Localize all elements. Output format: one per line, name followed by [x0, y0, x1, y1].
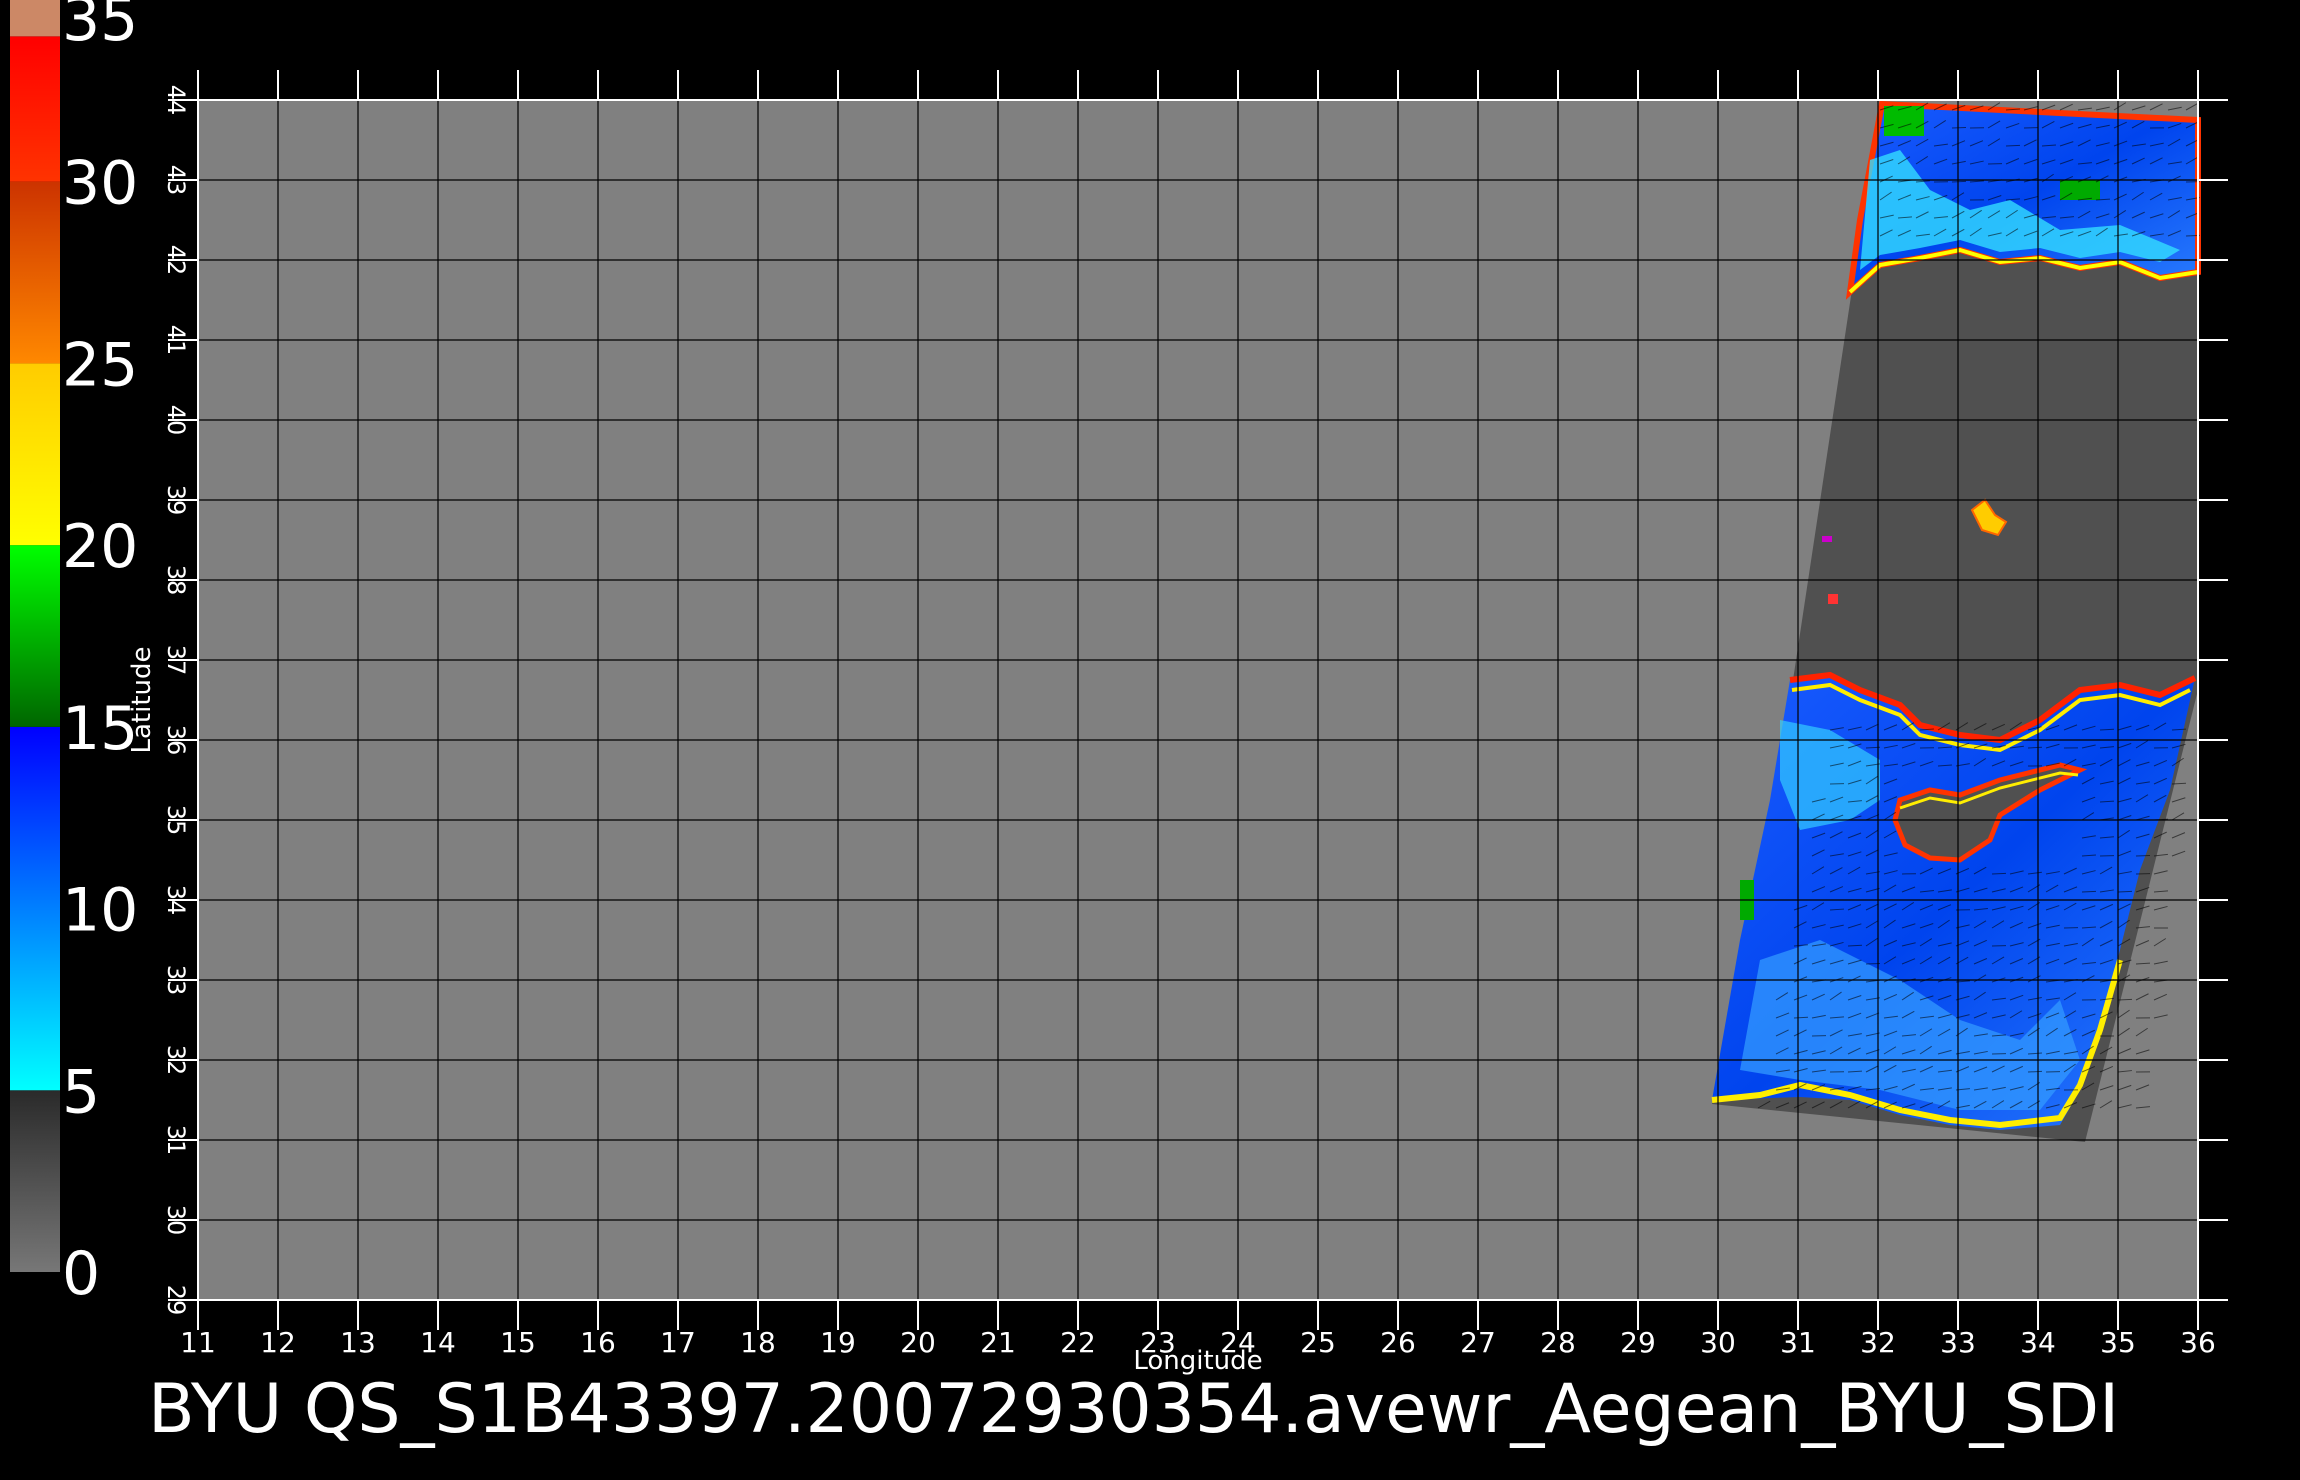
x-tick-label: 30: [1700, 1326, 1736, 1359]
y-axis-label: Latitude: [127, 646, 157, 753]
x-tick-label: 22: [1060, 1326, 1096, 1359]
colorbar-band: [10, 726, 60, 1091]
x-tick-label: 27: [1460, 1326, 1496, 1359]
x-tick-label: 31: [1780, 1326, 1816, 1359]
y-tick-label: 39: [162, 485, 190, 516]
x-tick-label: 19: [820, 1326, 856, 1359]
colorbar-label: 10: [62, 876, 138, 946]
colorbar-label: 0: [62, 1239, 100, 1309]
figure-title: BYU QS_S1B43397.20072930354.avewr_Aegean…: [148, 1370, 2119, 1449]
wind-vector: [1991, 872, 2007, 875]
figure-canvas: 0 5 10 15 20 25 30 35 11 12 13 14 15 16 17 18 1…: [10, 0, 2228, 1449]
wind-vector: [2117, 998, 2133, 1001]
colorbar-band: [10, 545, 60, 727]
land-green-patch-north: [1884, 106, 1924, 136]
colorbar-band: [10, 0, 60, 37]
wind-vector: [2027, 1070, 2043, 1073]
colorbar: [10, 0, 60, 1272]
y-tick-label: 42: [162, 245, 190, 276]
x-tick-label: 35: [2100, 1326, 2136, 1359]
y-tick-label: 40: [162, 405, 190, 436]
lake-red: [1828, 594, 1838, 604]
x-tick-label: 11: [180, 1326, 216, 1359]
x-tick-label: 18: [740, 1326, 776, 1359]
x-tick-label: 16: [580, 1326, 616, 1359]
x-tick-label: 14: [420, 1326, 456, 1359]
x-tick-label: 26: [1380, 1326, 1416, 1359]
colorbar-label: 30: [62, 149, 138, 219]
y-tick-label: 34: [162, 885, 190, 916]
y-tick-label: 43: [162, 165, 190, 196]
y-tick-label: 38: [162, 565, 190, 596]
y-tick-label: 33: [162, 965, 190, 996]
y-tick-label: 41: [162, 325, 190, 356]
y-tick-label: 29: [162, 1285, 190, 1316]
x-tick-label: 28: [1540, 1326, 1576, 1359]
x-tick-label: 33: [1940, 1326, 1976, 1359]
wind-vector: [1951, 126, 1967, 129]
x-tick-label: 17: [660, 1326, 696, 1359]
colorbar-label: 20: [62, 512, 138, 582]
wind-vector: [2005, 144, 2021, 147]
wind-vector: [1951, 180, 1967, 183]
x-tick-label: 36: [2180, 1326, 2216, 1359]
colorbar-band: [10, 363, 60, 546]
y-tick-label: 35: [162, 805, 190, 836]
colorbar-label: 25: [62, 330, 138, 400]
x-tick-label: 15: [500, 1326, 536, 1359]
colorbar-label: 5: [62, 1057, 100, 1127]
colorbar-label: 35: [62, 0, 138, 55]
colorbar-band: [10, 1090, 60, 1272]
y-tick-label: 31: [162, 1125, 190, 1156]
x-tick-label: 20: [900, 1326, 936, 1359]
x-tick-label: 29: [1620, 1326, 1656, 1359]
wind-vector: [2081, 890, 2097, 893]
y-tick-label: 36: [162, 725, 190, 756]
x-tick-label: 34: [2020, 1326, 2056, 1359]
x-tick-label: 25: [1300, 1326, 1336, 1359]
wind-map-figure: 0 5 10 15 20 25 30 35 11 12 13 14 15 16 …: [0, 0, 2300, 1480]
lake-magenta: [1822, 536, 1832, 542]
x-tick-label: 21: [980, 1326, 1016, 1359]
x-tick-label: 32: [1860, 1326, 1896, 1359]
y-tick-label: 32: [162, 1045, 190, 1076]
y-tick-label: 37: [162, 645, 190, 676]
colorbar-band: [10, 181, 60, 364]
x-tick-label: 12: [260, 1326, 296, 1359]
x-tick-label: 13: [340, 1326, 376, 1359]
colorbar-band: [10, 36, 60, 182]
y-tick-label: 44: [162, 85, 190, 116]
wind-vector: [2117, 890, 2133, 893]
y-tick-label: 30: [162, 1205, 190, 1236]
